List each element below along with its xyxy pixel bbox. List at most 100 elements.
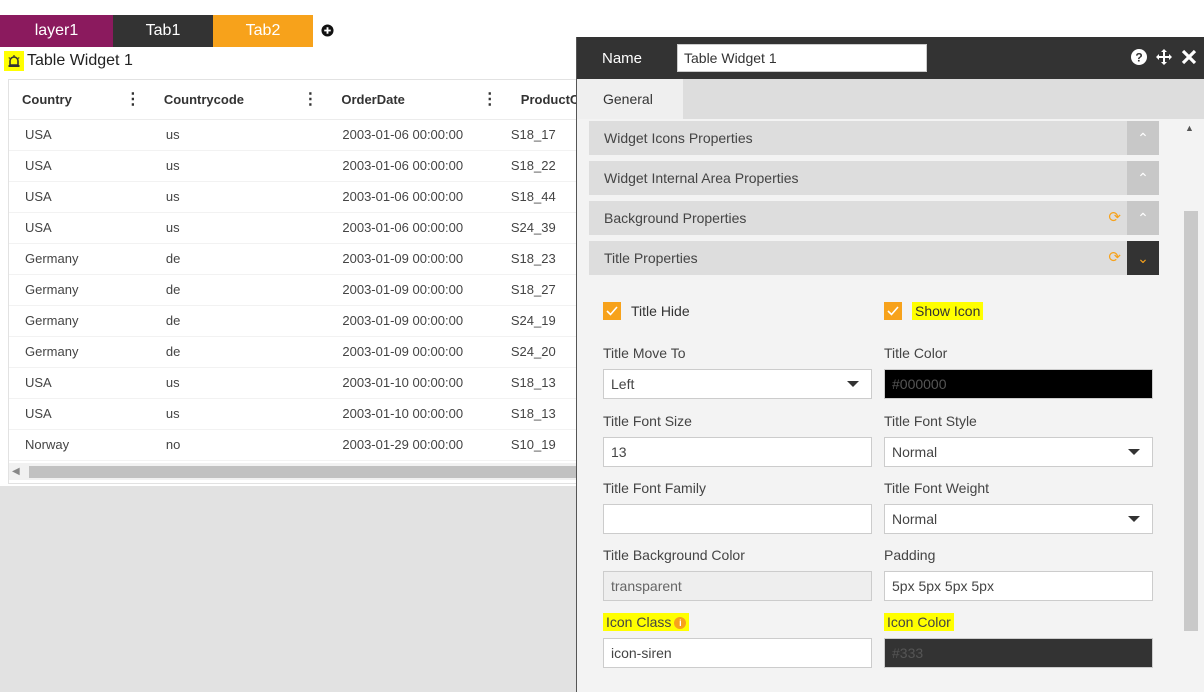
tab-tab2[interactable]: Tab2	[213, 15, 313, 47]
table-header: Country ⋮ Countrycode ⋮ OrderDate ⋮ Product…	[9, 80, 607, 120]
tab-bar: layer1 Tab1 Tab2	[0, 15, 341, 47]
table-row[interactable]: Germany de 2003-01-09 00:00:00 S18_23	[9, 244, 607, 275]
table-cell: USA	[25, 127, 52, 142]
title-font-size-input[interactable]: 13	[603, 437, 872, 467]
chevron-up-icon[interactable]: ⌃	[1127, 161, 1159, 195]
scroll-left-icon[interactable]: ◀	[12, 466, 20, 477]
column-header[interactable]: OrderDate ⋮	[328, 80, 507, 119]
title-color-input[interactable]: #000000	[884, 369, 1153, 399]
horizontal-scrollbar[interactable]: ◀	[9, 463, 607, 480]
table-row[interactable]: Germany de 2003-01-09 00:00:00 S24_19	[9, 306, 607, 337]
table-row[interactable]: USA us 2003-01-10 00:00:00 S18_13	[9, 368, 607, 399]
section-label: Widget Internal Area Properties	[604, 170, 799, 186]
table-cell: us	[165, 127, 180, 142]
title-move-to-select[interactable]: Left	[603, 369, 872, 399]
table-row[interactable]: Norway no 2003-01-29 00:00:00 S10_19	[9, 430, 607, 461]
table-cell: no	[165, 437, 181, 452]
kebab-menu-icon[interactable]: ⋮	[482, 80, 498, 120]
refresh-icon[interactable]: ⟳	[1108, 201, 1121, 235]
title-font-style-select[interactable]: Normal	[884, 437, 1153, 467]
table-row[interactable]: USA us 2003-01-06 00:00:00 S18_44	[9, 182, 607, 213]
refresh-icon[interactable]: ⟳	[1108, 241, 1121, 275]
table-cell: 2003-01-09 00:00:00	[342, 344, 464, 359]
column-header-label: OrderDate	[341, 92, 405, 107]
checkmark-icon	[603, 302, 621, 320]
table-cell: Germany	[25, 313, 79, 328]
chevron-down-icon[interactable]: ⌄	[1127, 241, 1159, 275]
title-move-to-field: Title Move To Left	[603, 343, 872, 399]
table-cell: USA	[25, 220, 52, 235]
title-font-weight-select[interactable]: Normal	[884, 504, 1153, 534]
svg-text:?: ?	[1135, 51, 1142, 65]
chevron-up-icon[interactable]: ⌃	[1127, 201, 1159, 235]
checkmark-icon	[884, 302, 902, 320]
table-cell: 2003-01-06 00:00:00	[342, 189, 464, 204]
table-row[interactable]: USA us 2003-01-06 00:00:00 S18_22	[9, 151, 607, 182]
column-header-label: Countrycode	[163, 92, 244, 107]
padding-field: Padding 5px 5px 5px 5px	[884, 545, 1153, 601]
column-header[interactable]: Country ⋮	[9, 80, 151, 119]
table-cell: us	[165, 406, 180, 421]
widget-title: Table Widget 1	[4, 51, 133, 71]
properties-panel: Name Table Widget 1 ? General Widget Ico…	[576, 37, 1204, 692]
title-color-field: Title Color #000000	[884, 343, 1153, 399]
field-label: Title Color	[884, 345, 948, 361]
table-cell: 2003-01-10 00:00:00	[342, 375, 464, 390]
section-label: Title Properties	[604, 250, 698, 266]
add-tab-button[interactable]	[313, 15, 341, 47]
table-cell: 2003-01-09 00:00:00	[342, 251, 464, 266]
kebab-menu-icon[interactable]: ⋮	[125, 80, 141, 120]
column-header[interactable]: Countrycode ⋮	[151, 80, 329, 119]
table-row[interactable]: USA us 2003-01-10 00:00:00 S18_13	[9, 399, 607, 430]
kebab-menu-icon[interactable]: ⋮	[302, 80, 318, 120]
scrollbar-thumb[interactable]	[1184, 211, 1198, 631]
help-icon[interactable]: ?	[1130, 48, 1148, 66]
chevron-up-icon[interactable]: ⌃	[1127, 121, 1159, 155]
section-widget-internal-area[interactable]: Widget Internal Area Properties ⌃	[589, 161, 1159, 195]
name-label: Name	[602, 49, 643, 67]
scrollbar-thumb[interactable]	[29, 466, 607, 478]
table-cell: us	[165, 375, 180, 390]
title-font-family-input[interactable]	[603, 504, 872, 534]
info-icon[interactable]: i	[674, 617, 687, 630]
table-row[interactable]: Germany de 2003-01-09 00:00:00 S18_27	[9, 275, 607, 306]
title-bg-color-input[interactable]: transparent	[603, 571, 872, 601]
table-row[interactable]: Germany de 2003-01-09 00:00:00 S24_20	[9, 337, 607, 368]
field-label: Title Font Style	[884, 413, 977, 429]
section-background[interactable]: Background Properties ⟳ ⌃	[589, 201, 1159, 235]
properties-accordion: Widget Icons Properties ⌃ Widget Interna…	[589, 121, 1159, 281]
section-label: Widget Icons Properties	[604, 130, 753, 146]
tab-tab1[interactable]: Tab1	[113, 15, 213, 47]
move-icon[interactable]	[1155, 48, 1173, 66]
table-cell: 2003-01-06 00:00:00	[342, 158, 464, 173]
padding-input[interactable]: 5px 5px 5px 5px	[884, 571, 1153, 601]
table-cell: USA	[25, 406, 52, 421]
icon-class-input[interactable]: icon-siren	[603, 638, 872, 668]
plus-circle-icon	[320, 24, 334, 37]
scroll-up-icon[interactable]: ▲	[1185, 123, 1194, 133]
show-icon-label: Show Icon	[912, 302, 984, 320]
table-row[interactable]: USA us 2003-01-06 00:00:00 S18_17	[9, 120, 607, 151]
table-cell: USA	[25, 375, 52, 390]
table-cell: de	[165, 251, 181, 266]
section-widget-icons[interactable]: Widget Icons Properties ⌃	[589, 121, 1159, 155]
icon-color-input[interactable]: #333	[884, 638, 1153, 668]
show-icon-checkbox[interactable]: Show Icon	[884, 302, 984, 320]
table-cell: Norway	[25, 437, 70, 452]
name-input[interactable]: Table Widget 1	[677, 44, 927, 72]
field-label: Title Move To	[603, 345, 686, 361]
title-font-weight-field: Title Font Weight Normal	[884, 478, 1153, 534]
table-cell: USA	[25, 189, 52, 204]
table-row[interactable]: USA us 2003-01-06 00:00:00 S24_39	[9, 213, 607, 244]
table-cell: de	[165, 344, 181, 359]
tab-layer1[interactable]: layer1	[0, 15, 113, 47]
table-cell: Germany	[25, 251, 79, 266]
vertical-scrollbar[interactable]: ▲	[1181, 121, 1198, 671]
section-title[interactable]: Title Properties ⟳ ⌄	[589, 241, 1159, 275]
table-cell: de	[165, 313, 181, 328]
close-icon[interactable]	[1180, 48, 1198, 66]
title-hide-checkbox[interactable]: Title Hide	[603, 302, 690, 320]
tab-general[interactable]: General	[577, 79, 683, 119]
title-font-style-field: Title Font Style Normal	[884, 411, 1153, 467]
icon-color-label: Icon Color	[884, 613, 954, 631]
